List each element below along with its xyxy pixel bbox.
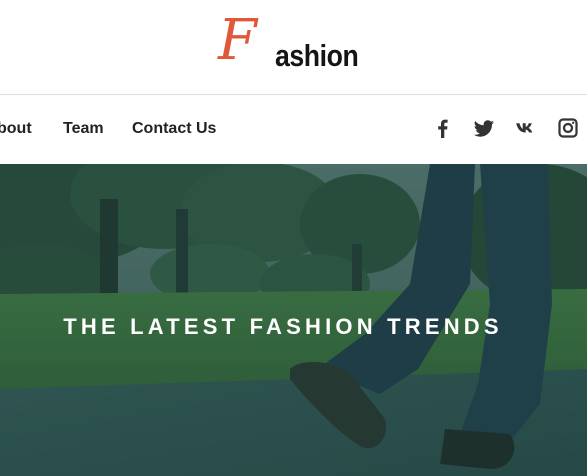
nav-item-team[interactable]: Team	[63, 120, 104, 138]
hero-title: THE LATEST FASHION TRENDS	[63, 314, 503, 339]
site-logo[interactable]: F ashion	[218, 8, 359, 74]
twitter-icon[interactable]	[473, 117, 495, 139]
hero-banner: THE LATEST FASHION TRENDS	[0, 164, 587, 476]
logo-wordmark: ashion	[275, 38, 359, 73]
facebook-icon[interactable]	[432, 117, 454, 139]
nav-item-about[interactable]: bout	[0, 120, 32, 138]
main-navigation: bout Team Contact Us	[0, 95, 587, 164]
nav-item-contact-us[interactable]: Contact Us	[132, 120, 216, 138]
logo-script-letter: F	[218, 8, 257, 73]
instagram-icon[interactable]	[557, 117, 579, 139]
site-header: F ashion	[0, 0, 587, 94]
vk-icon[interactable]	[515, 117, 537, 139]
